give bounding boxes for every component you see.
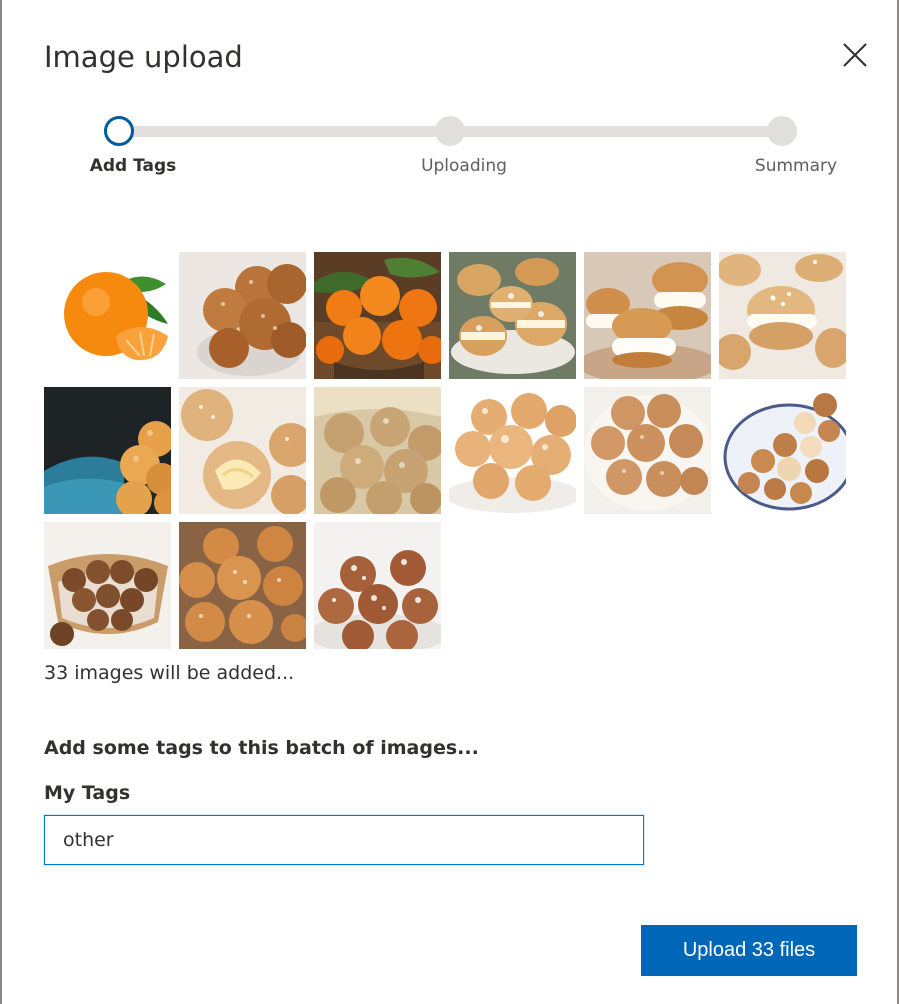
tags-heading: Add some tags to this batch of images... bbox=[44, 737, 479, 759]
thumbnail-image bbox=[719, 252, 846, 379]
thumbnail-image bbox=[449, 387, 576, 514]
my-tags-label: My Tags bbox=[44, 782, 131, 804]
thumbnail-image bbox=[719, 387, 846, 514]
thumbnail-image bbox=[314, 252, 441, 379]
upload-files-button[interactable]: Upload 33 files bbox=[641, 925, 857, 976]
thumbnail-image bbox=[44, 252, 171, 379]
step-dot-add-tags bbox=[104, 116, 134, 146]
step-label-summary: Summary bbox=[754, 156, 838, 176]
thumbnail-image bbox=[44, 387, 171, 514]
thumbnail-image bbox=[44, 522, 171, 649]
thumbnail-image bbox=[584, 387, 711, 514]
thumbnail-image bbox=[449, 252, 576, 379]
image-thumbnail-grid bbox=[44, 252, 846, 649]
thumbnail-image bbox=[179, 252, 306, 379]
thumbnail-image bbox=[314, 387, 441, 514]
my-tags-input[interactable] bbox=[44, 815, 644, 865]
step-label-uploading: Uploading bbox=[421, 156, 507, 176]
step-label-add-tags: Add Tags bbox=[89, 156, 177, 176]
step-dot-uploading bbox=[435, 116, 465, 146]
thumbnail-image bbox=[584, 252, 711, 379]
images-count-text: 33 images will be added... bbox=[44, 662, 295, 684]
thumbnail-image bbox=[179, 522, 306, 649]
progress-stepper: Add Tags Uploading Summary bbox=[0, 0, 899, 200]
thumbnail-image bbox=[179, 387, 306, 514]
thumbnail-image bbox=[314, 522, 441, 649]
step-dot-summary bbox=[767, 116, 797, 146]
